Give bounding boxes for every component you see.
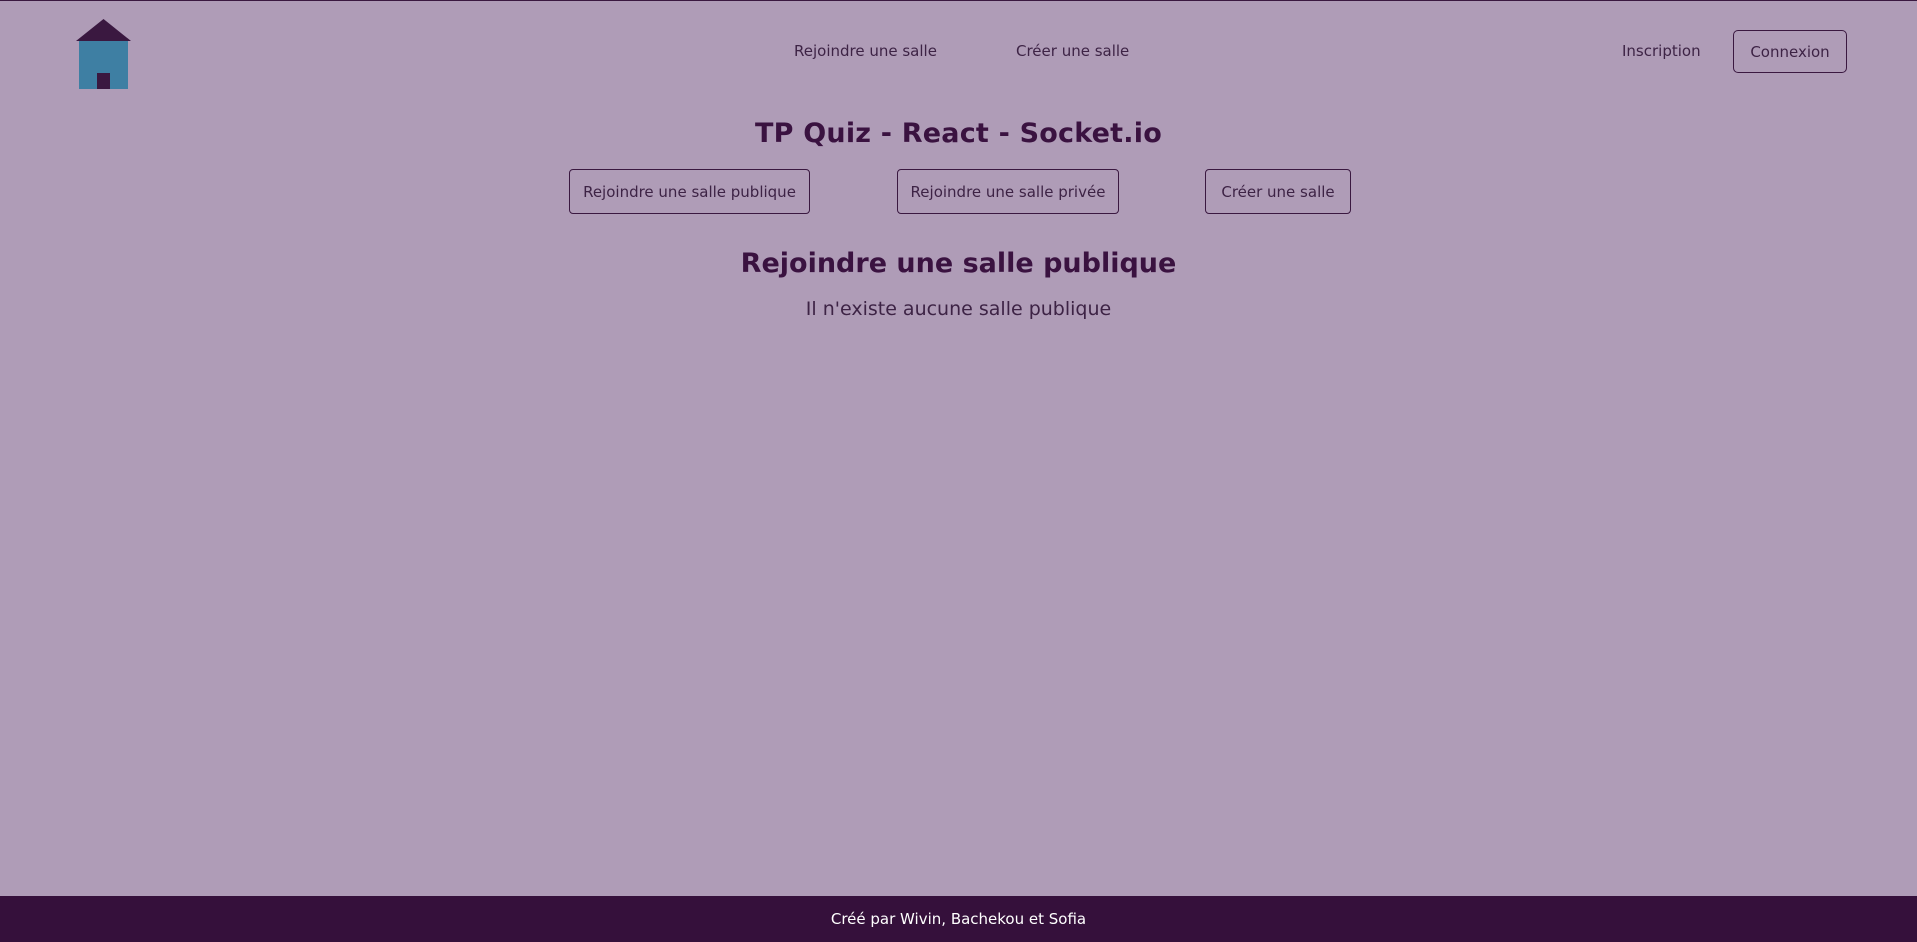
login-button[interactable]: Connexion: [1733, 30, 1847, 73]
join-public-room-button[interactable]: Rejoindre une salle publique: [569, 169, 810, 214]
join-private-room-button[interactable]: Rejoindre une salle privée: [897, 169, 1119, 214]
footer-credits: Créé par Wivin, Bachekou et Sofia: [830, 910, 1087, 928]
create-room-button[interactable]: Créer une salle: [1205, 169, 1351, 214]
empty-state-message: Il n'existe aucune salle publique: [805, 298, 1112, 320]
signup-link[interactable]: Inscription: [1622, 42, 1701, 60]
house-icon[interactable]: [76, 19, 131, 89]
nav-create-room-link[interactable]: Créer une salle: [1016, 42, 1129, 60]
footer: Créé par Wivin, Bachekou et Sofia: [0, 896, 1917, 942]
nav-join-room-link[interactable]: Rejoindre une salle: [794, 42, 937, 60]
page-title: TP Quiz - React - Socket.io: [755, 118, 1162, 149]
header: Rejoindre une salle Créer une salle Insc…: [0, 0, 1917, 100]
section-title: Rejoindre une salle publique: [740, 248, 1177, 279]
